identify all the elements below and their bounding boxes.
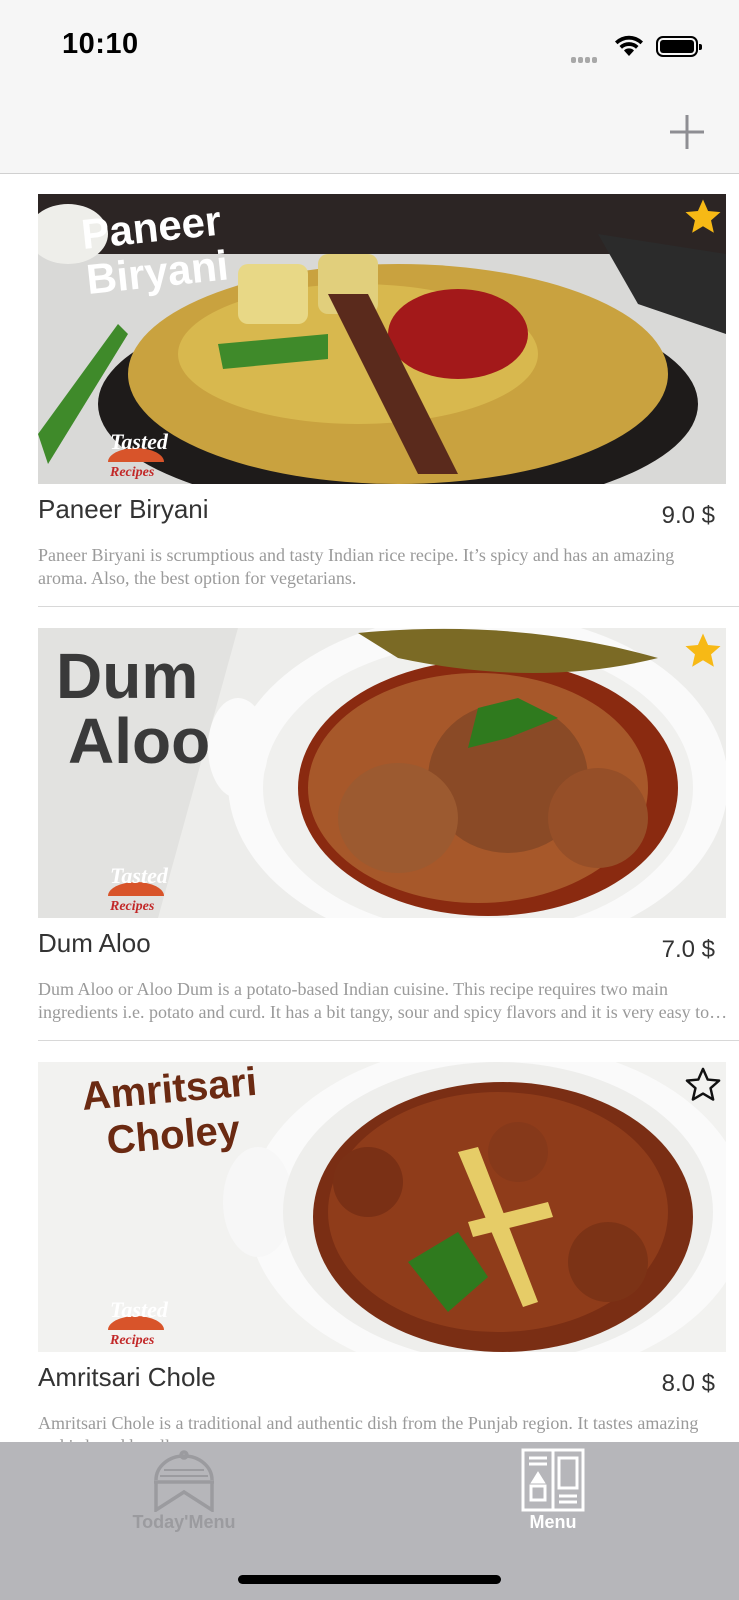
wifi-icon [615,35,643,56]
recipe-card[interactable]: Paneer Biryani Tasted Recipes Paneer Bir… [0,174,739,609]
menu-book-icon [521,1448,585,1512]
favorite-star-icon[interactable] [682,196,724,238]
recipe-card[interactable]: Amritsari Choley Tasted Recipes Amritsar… [0,1042,739,1442]
image-caption-line1: Dum [56,640,198,712]
plus-icon[interactable] [667,112,707,152]
watermark-line2: Recipes [109,899,155,914]
watermark-line1: Tasted [110,429,169,454]
recipe-title: Dum Aloo [38,928,151,958]
favorite-star-outline-icon[interactable] [682,1064,724,1106]
recipe-title: Amritsari Chole [38,1362,216,1392]
favorite-star-icon[interactable] [682,630,724,672]
recipe-image: Amritsari Choley Tasted Recipes [38,1062,726,1352]
recipe-list[interactable]: Paneer Biryani Tasted Recipes Paneer Bir… [0,174,739,1442]
recipe-image: Dum Aloo Tasted Recipes [38,628,726,918]
status-bar: 10:10 [0,0,739,90]
recipe-price: 9.0 $ [661,502,715,529]
recipe-description: Dum Aloo or Aloo Dum is a potato-based I… [38,979,710,1022]
recipe-title: Paneer Biryani [38,494,209,524]
battery-icon [656,36,702,57]
home-indicator [238,1575,501,1584]
image-caption-line2: Aloo [68,705,210,777]
recipe-price: 7.0 $ [661,936,715,963]
recipe-image: Paneer Biryani Tasted Recipes [38,194,726,484]
recipe-card[interactable]: Dum Aloo Tasted Recipes Dum Aloo 7.0 $ D… [0,608,739,1043]
tab-menu[interactable]: Menu [453,1442,653,1542]
recipe-price: 8.0 $ [661,1370,715,1397]
watermark-line2: Recipes [109,465,155,480]
tab-label: Today'Menu [132,1512,236,1532]
recipe-description: Paneer Biryani is scrumptious and tasty … [38,545,675,588]
cellular-signal-icon [571,50,599,68]
watermark-line1: Tasted [110,863,169,888]
watermark-line1: Tasted [110,1297,169,1322]
watermark-line2: Recipes [109,1333,155,1348]
row-separator [38,1040,739,1041]
navigation-bar [0,90,739,174]
recipe-description: Amritsari Chole is a traditional and aut… [38,1413,699,1442]
cloche-icon [154,1450,214,1512]
row-separator [38,606,739,607]
status-time: 10:10 [62,28,139,60]
tab-todays-menu[interactable]: Today'Menu [84,1442,284,1542]
tab-label: Menu [529,1512,577,1532]
